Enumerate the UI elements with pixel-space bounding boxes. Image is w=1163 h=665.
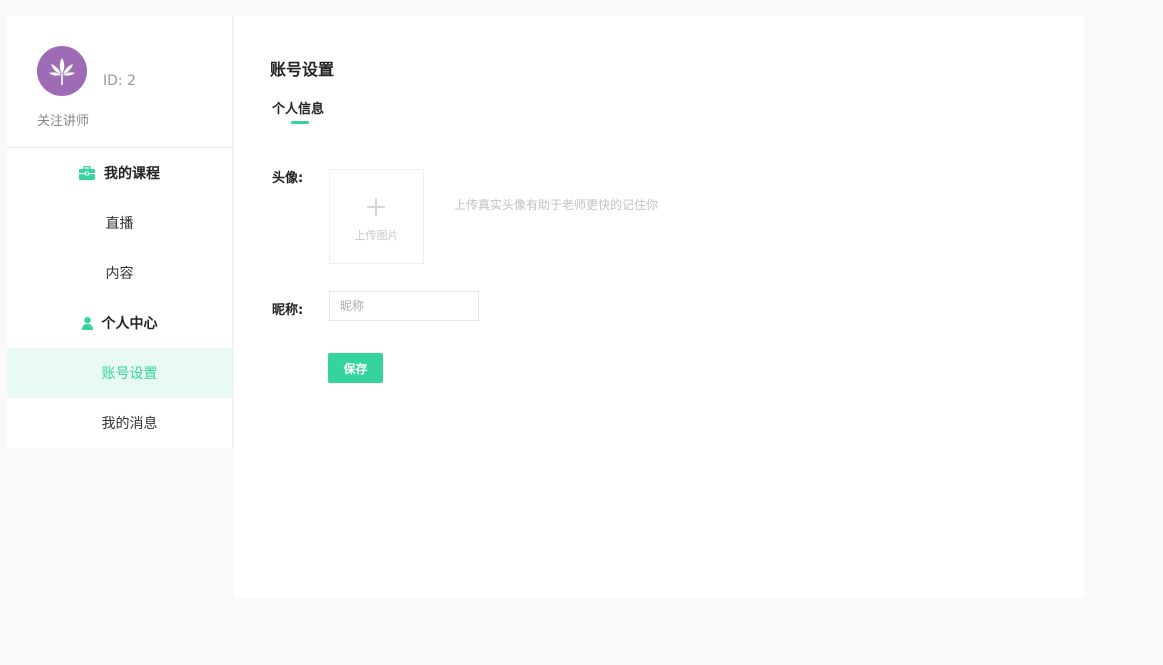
sidebar-item-live[interactable]: 直播: [7, 198, 232, 248]
briefcase-icon: [79, 166, 95, 180]
avatar-upload-hint: 上传真实头像有助于老师更快的记住你: [454, 198, 659, 212]
upload-label: 上传图片: [354, 229, 399, 242]
menu-group-personal-center: 个人中心: [7, 298, 232, 348]
menu-group-label: 我的课程: [104, 166, 160, 182]
follow-instructor-link[interactable]: 关注讲师: [37, 110, 89, 129]
avatar[interactable]: [37, 46, 87, 96]
active-tab-indicator: [291, 121, 309, 124]
lotus-logo-icon: [49, 58, 75, 85]
menu-group-my-courses: 我的课程: [7, 148, 232, 198]
user-id: ID: 2: [103, 73, 136, 89]
plus-icon: [367, 198, 385, 216]
user-icon: [81, 316, 93, 330]
page: ID: 2 关注讲师 我的课程 直播 内容 个人中心 账号设置 我的消息 账号设…: [0, 0, 1163, 665]
sidebar-item-content[interactable]: 内容: [7, 248, 232, 298]
page-title: 账号设置: [270, 60, 335, 79]
sidebar-item-account-settings[interactable]: 账号设置: [7, 348, 232, 398]
tab-personal-info[interactable]: 个人信息: [272, 98, 324, 117]
avatar-upload-button[interactable]: 上传图片: [329, 169, 424, 264]
main-panel: 账号设置 个人信息 头像: 上传图片 上传真实头像有助于老师更快的记住你 昵称:…: [234, 16, 1084, 598]
profile-card: ID: 2 关注讲师: [7, 16, 232, 148]
save-button[interactable]: 保存: [328, 353, 383, 383]
sidebar: ID: 2 关注讲师 我的课程 直播 内容 个人中心 账号设置 我的消息: [7, 16, 233, 448]
menu-group-label: 个人中心: [101, 316, 158, 332]
nickname-label: 昵称:: [272, 303, 304, 318]
avatar-label: 头像:: [272, 171, 304, 186]
sidebar-item-my-messages[interactable]: 我的消息: [7, 398, 232, 448]
nickname-input[interactable]: [329, 291, 479, 321]
